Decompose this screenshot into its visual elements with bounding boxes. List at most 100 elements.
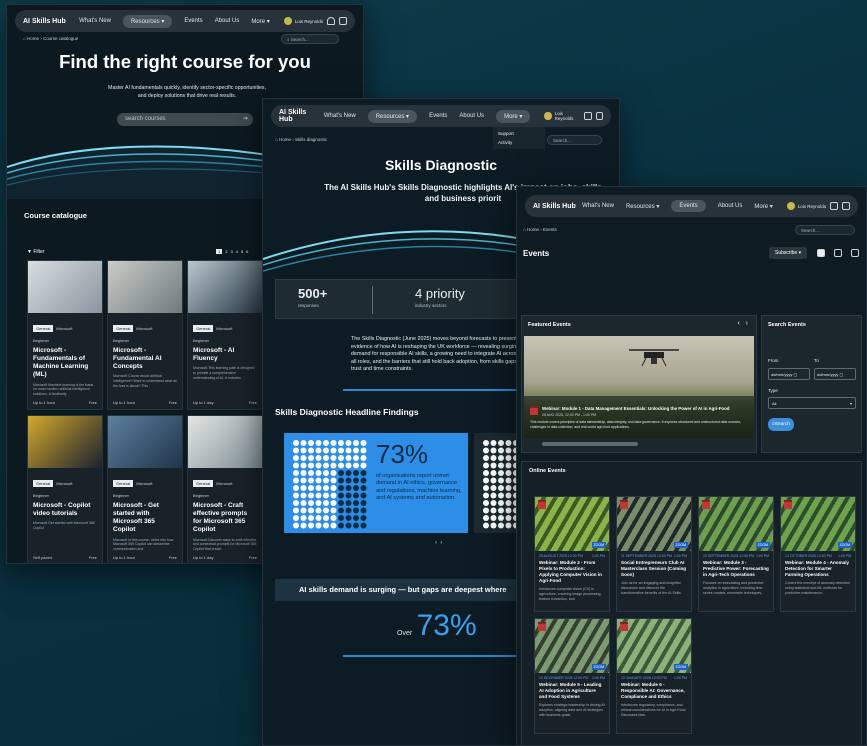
user-menu[interactable]: Lois Reynolds xyxy=(544,111,580,121)
event-title[interactable]: Webinar: Module 3 - Predictive Power: Fo… xyxy=(703,560,769,578)
course-card[interactable]: General Microsoft Beginner Microsoft - Fund… xyxy=(27,260,103,410)
nav-events[interactable]: Events xyxy=(429,113,447,119)
search-arrow-icon[interactable]: ➔ xyxy=(243,115,248,122)
course-title[interactable]: Microsoft - Fundamentals of Machine Lear… xyxy=(33,347,97,380)
event-card[interactable]: ZOOM 22 SEPTEMBER 2025 12:00 PM 1:00 PM Web… xyxy=(698,496,774,612)
course-card[interactable]: General Microsoft Beginner Microsoft - Get … xyxy=(107,415,183,563)
document-icon[interactable] xyxy=(339,17,347,25)
event-card[interactable]: ZOOM 11 SEPTEMBER 2025 12:00 PM 1:00 PM Soc… xyxy=(616,496,692,612)
matrix-dot xyxy=(338,500,344,506)
page-2[interactable]: 2 xyxy=(225,249,227,254)
from-date-input[interactable]: dd/mm/yyyy ▢ xyxy=(768,368,810,380)
matrix-dot xyxy=(308,500,314,506)
event-card[interactable]: ZOOM 25 AUGUST 2025 12:00 PM 1:00 PM Webina… xyxy=(534,496,610,612)
event-title[interactable]: Webinar: Module 4 - Anomaly Detection fo… xyxy=(785,560,851,578)
matrix-dot xyxy=(360,455,367,461)
bell-icon[interactable] xyxy=(584,112,592,120)
event-card[interactable]: ZOOM 12 JANUARY 2026 12:00 PM 1:00 PM Webin… xyxy=(616,618,692,734)
nav-whats-new[interactable]: What's New xyxy=(582,203,614,209)
course-card[interactable]: General Microsoft Beginner Microsoft - Fund… xyxy=(107,260,183,410)
nav-events[interactable]: Events xyxy=(671,200,706,212)
nav-whats-new[interactable]: What's New xyxy=(324,113,356,119)
page-6[interactable]: 6 xyxy=(246,249,248,254)
carousel-next-icon[interactable]: › xyxy=(440,540,442,546)
menu-item-activity[interactable]: Activity xyxy=(498,138,540,147)
nav-resources[interactable]: Resources ▾ xyxy=(367,109,418,123)
user-menu[interactable]: Lois Reynolds xyxy=(786,202,826,210)
nav-events[interactable]: Events xyxy=(184,18,202,24)
carousel-prev-icon[interactable]: ‹ xyxy=(737,320,739,327)
grid-view-icon[interactable] xyxy=(834,249,842,257)
matrix-dot xyxy=(315,492,322,499)
brand-logo[interactable]: AI Skills Hub xyxy=(279,109,318,123)
event-title[interactable]: Webinar: Module 6 - Responsible AI: Gove… xyxy=(621,682,687,700)
menu-item-support[interactable]: Support xyxy=(498,129,540,138)
matrix-dot xyxy=(338,462,344,469)
nav-more[interactable]: More ▾ xyxy=(251,18,269,25)
subscribe-button[interactable]: Subscribe ▾ xyxy=(769,247,808,259)
document-icon[interactable] xyxy=(842,202,850,210)
user-menu[interactable]: Lois Reynolds xyxy=(283,17,323,25)
page-5[interactable]: 5 xyxy=(241,249,243,254)
featured-event-image[interactable]: Webinar: Module 1 - Data Management Esse… xyxy=(524,336,754,438)
nav-about[interactable]: About Us xyxy=(718,203,743,209)
course-title[interactable]: Microsoft - Craft effective prompts for … xyxy=(193,502,257,535)
nav-whats-new[interactable]: What's New xyxy=(79,18,111,24)
search-button[interactable]: ⌕Search xyxy=(768,418,794,431)
list-view-icon[interactable] xyxy=(817,249,825,257)
matrix-dot xyxy=(498,485,504,491)
nav-about[interactable]: About Us xyxy=(215,18,240,24)
page-1[interactable]: 1 xyxy=(216,249,223,254)
carousel-next-icon[interactable]: › xyxy=(746,320,748,327)
nav-resources[interactable]: Resources ▾ xyxy=(122,14,173,28)
to-date-input[interactable]: dd/mm/yyyy ▢ xyxy=(814,368,856,380)
bell-icon[interactable] xyxy=(830,202,838,210)
breadcrumb-home[interactable]: Home xyxy=(279,137,291,142)
nav-about[interactable]: About Us xyxy=(459,113,484,119)
event-title[interactable]: Webinar: Module 5 - Leading AI Adoption … xyxy=(539,682,605,700)
nav-resources[interactable]: Resources ▾ xyxy=(626,203,659,210)
carousel-prev-icon[interactable]: ‹ xyxy=(435,540,437,546)
course-title[interactable]: Microsoft - AI Fluency xyxy=(193,347,257,363)
featured-scrollbar[interactable] xyxy=(542,442,638,446)
course-title[interactable]: Microsoft - Get started with Microsoft 3… xyxy=(113,502,177,535)
course-title[interactable]: Microsoft - Fundamental AI Concepts xyxy=(113,347,177,371)
tag-general: General xyxy=(33,480,54,487)
header-search-input[interactable]: Search... xyxy=(795,225,855,235)
calendar-icon xyxy=(620,622,628,631)
matrix-dot xyxy=(345,447,352,454)
course-thumbnail xyxy=(188,261,262,313)
nav-more[interactable]: More ▾ xyxy=(754,203,772,210)
breadcrumb-home[interactable]: Home xyxy=(527,227,539,232)
brand-logo[interactable]: AI Skills Hub xyxy=(23,18,66,25)
event-card[interactable]: ZOOM 12 DECEMBER 2025 12:00 PM 1:00 PM Webi… xyxy=(534,618,610,734)
header-search-input[interactable]: ⌕ Search... xyxy=(281,34,339,44)
matrix-dot xyxy=(315,485,322,491)
nav-more[interactable]: More ▾ xyxy=(496,109,531,123)
page-4[interactable]: 4 xyxy=(236,249,238,254)
course-card[interactable]: General Microsoft Beginner Microsoft - AI F… xyxy=(187,260,263,410)
filter-button[interactable]: ▼ Filter xyxy=(27,249,44,255)
type-select[interactable]: All ▾ xyxy=(768,397,856,409)
calendar-view-icon[interactable] xyxy=(851,249,859,257)
matrix-dot xyxy=(345,440,352,446)
document-icon[interactable] xyxy=(595,112,604,120)
event-title[interactable]: Social Entrepreneurs Club AI Masterclass… xyxy=(621,560,687,578)
event-card[interactable]: ZOOM 13 OCTOBER 2025 12:00 PM 1:00 PM Webin… xyxy=(780,496,856,612)
course-search-input[interactable]: search courses ➔ xyxy=(117,113,253,126)
course-card[interactable]: General Microsoft Beginner Microsoft - Craf… xyxy=(187,415,263,563)
event-title[interactable]: Webinar: Module 2 - From Pixels to Produ… xyxy=(539,560,605,584)
matrix-dot xyxy=(483,492,489,499)
course-card[interactable]: General Microsoft Beginner Microsoft - Copi… xyxy=(27,415,103,563)
header-search-input[interactable]: Search... xyxy=(547,135,602,145)
breadcrumb-home[interactable]: Home xyxy=(27,36,39,41)
brand-logo[interactable]: AI Skills Hub xyxy=(533,203,576,210)
matrix-dot xyxy=(300,522,307,529)
matrix-dot xyxy=(483,462,489,469)
featured-event-title[interactable]: Webinar: Module 1 - Data Management Esse… xyxy=(542,406,752,411)
bell-icon[interactable] xyxy=(327,17,335,25)
page-3[interactable]: 3 xyxy=(230,249,232,254)
matrix-dot xyxy=(498,470,504,476)
breadcrumb-current: Skills diagnostic xyxy=(295,137,328,142)
course-title[interactable]: Microsoft - Copilot video tutorials xyxy=(33,502,97,518)
